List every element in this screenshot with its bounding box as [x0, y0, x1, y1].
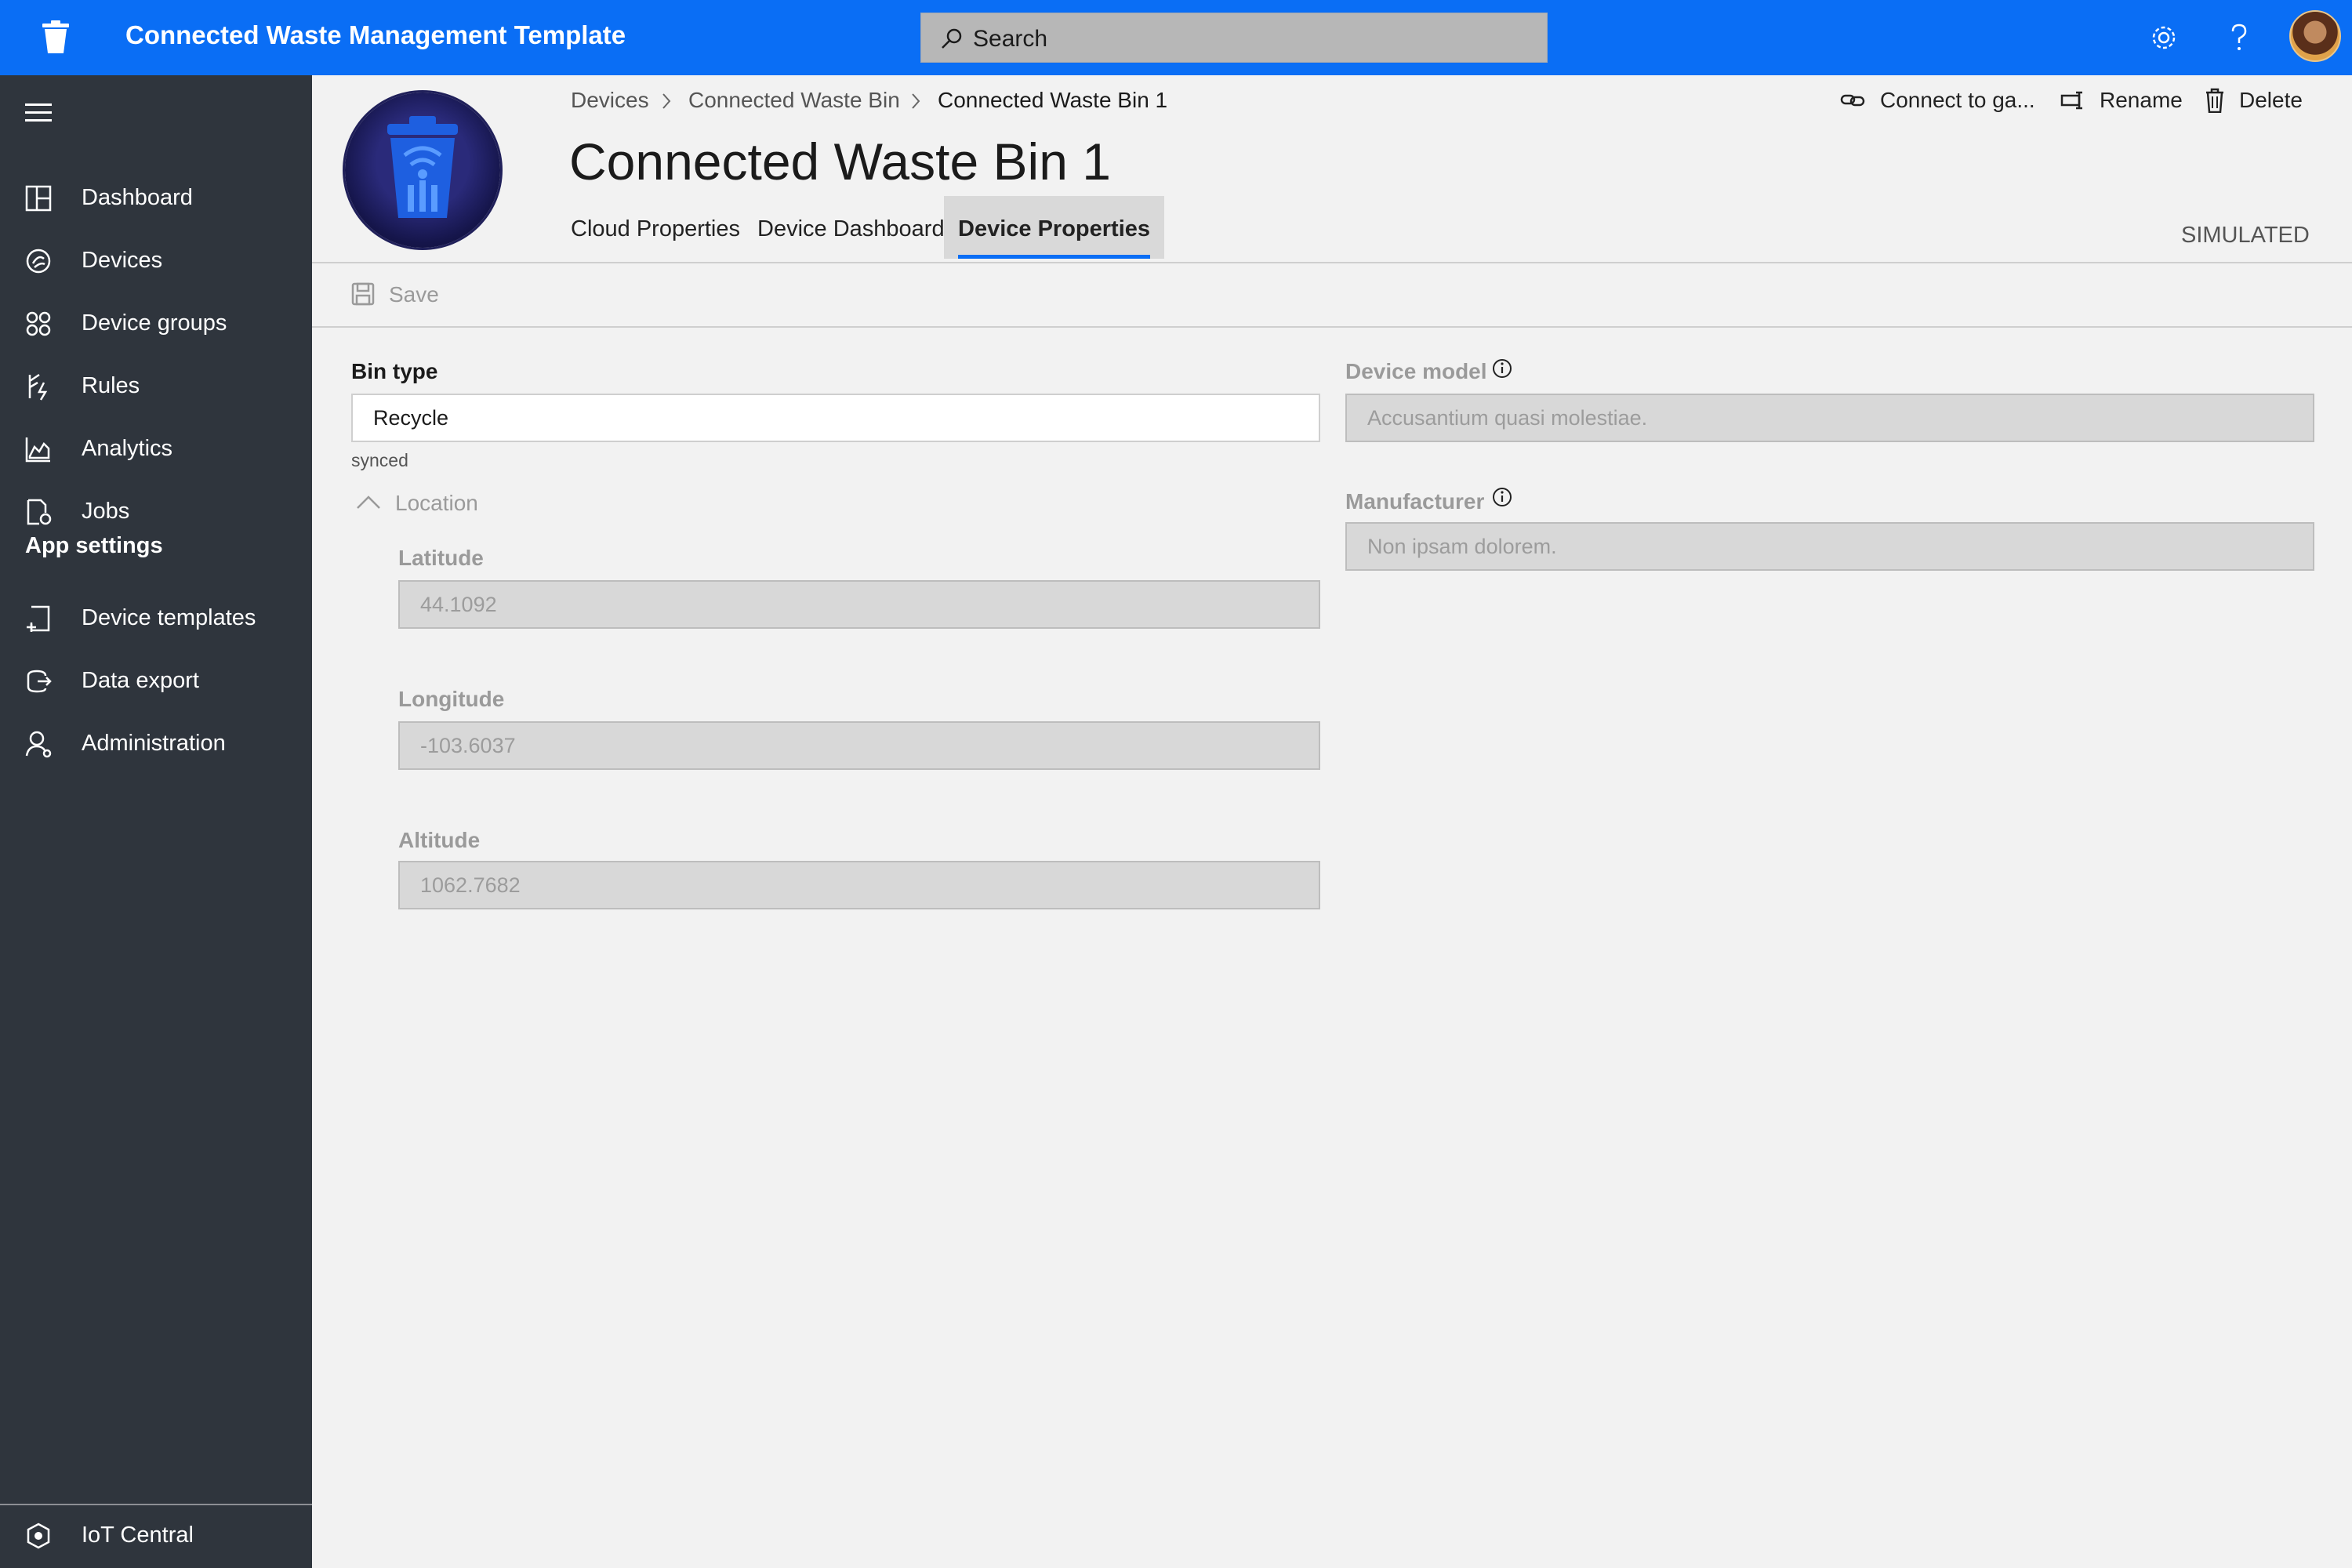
app-title[interactable]: Connected Waste Management Template [125, 20, 626, 50]
breadcrumb-current: Connected Waste Bin 1 [938, 88, 1168, 112]
latitude-label: Latitude [398, 546, 484, 570]
device-model-label: Device model [1345, 359, 1487, 383]
search-icon [942, 28, 962, 49]
simulated-badge: SIMULATED [2181, 223, 2310, 248]
tab-device-properties[interactable]: Device Properties [944, 196, 1165, 259]
sidebar-item-label: Administration [82, 731, 226, 756]
rename-icon [2060, 91, 2082, 110]
command-bar [312, 263, 2352, 328]
chevron-up-icon[interactable] [354, 492, 383, 513]
jobs-icon [27, 499, 52, 525]
iot-central-label: IoT Central [82, 1523, 194, 1548]
breadcrumb-template[interactable]: Connected Waste Bin [688, 88, 900, 113]
tab-cloud-properties[interactable]: Cloud Properties [571, 196, 740, 259]
active-tab-indicator [958, 255, 1151, 259]
sidebar-item-devices[interactable]: Devices [0, 234, 312, 289]
hamburger-menu-icon[interactable] [25, 103, 52, 122]
bin-type-sync-status: synced [351, 450, 408, 470]
device-templates-icon [27, 605, 50, 632]
sidebar-item-data-export[interactable]: Data export [0, 654, 312, 709]
sidebar-item-device-templates[interactable]: Device templates [0, 591, 312, 646]
trash-bin-wifi-icon [387, 116, 458, 218]
search-input[interactable]: Search [920, 13, 1548, 63]
altitude-label: Altitude [398, 828, 481, 852]
sidebar-item-label: Analytics [82, 436, 173, 461]
info-icon[interactable] [1491, 486, 1513, 508]
iot-central-link[interactable]: IoT Central [0, 1508, 312, 1563]
search-placeholder: Search [973, 26, 1048, 52]
sidebar-item-label: Rules [82, 373, 140, 398]
sidebar-item-dashboard[interactable]: Dashboard [0, 171, 312, 226]
connect-to-gateway-button[interactable]: Connect to ga... [1880, 88, 2035, 113]
trash-bin-logo-icon[interactable] [38, 19, 74, 55]
info-icon[interactable] [1491, 358, 1513, 379]
trash-icon [2206, 88, 2223, 113]
sidebar-item-analytics[interactable]: Analytics [0, 422, 312, 477]
tab-device-dashboard[interactable]: Device Dashboard [757, 196, 945, 259]
gear-icon[interactable] [2145, 19, 2183, 56]
analytics-icon [25, 437, 50, 463]
sidebar-item-label: Jobs [82, 499, 130, 524]
link-icon [1840, 94, 1865, 107]
sidebar-item-jobs[interactable]: Jobs [0, 485, 312, 539]
device-image [345, 93, 500, 248]
location-group-toggle[interactable]: Location [395, 491, 478, 516]
breadcrumb-devices[interactable]: Devices [571, 88, 649, 113]
data-export-icon [27, 670, 52, 693]
manufacturer-label: Manufacturer [1345, 489, 1485, 514]
sidebar-item-label: Device templates [82, 605, 256, 630]
dashboard-icon [25, 185, 52, 212]
rename-button[interactable]: Rename [2100, 88, 2183, 113]
sidebar-item-rules[interactable]: Rules [0, 359, 312, 414]
altitude-field: 1062.7682 [398, 861, 1320, 909]
longitude-field: -103.6037 [398, 721, 1320, 770]
bin-type-label: Bin type [351, 359, 438, 383]
save-button[interactable]: Save [389, 282, 439, 307]
delete-button[interactable]: Delete [2239, 88, 2303, 113]
sidebar-item-device-groups[interactable]: Device groups [0, 296, 312, 351]
sidebar-footer: IoT Central [0, 1504, 312, 1568]
longitude-label: Longitude [398, 687, 505, 711]
sidebar-item-label: Device groups [82, 310, 227, 336]
device-model-field: Accusantium quasi molestiae. [1345, 394, 2314, 442]
bin-type-input[interactable]: Recycle [351, 394, 1320, 442]
sidebar-item-label: Dashboard [82, 185, 193, 210]
help-icon[interactable] [2220, 19, 2258, 56]
sidebar-item-administration[interactable]: Administration [0, 717, 312, 771]
manufacturer-field: Non ipsam dolorem. [1345, 522, 2314, 571]
top-bar: Connected Waste Management Template Sear… [0, 0, 2352, 75]
iot-central-icon [27, 1523, 50, 1549]
chevron-right-icon [912, 93, 920, 109]
page-title: Connected Waste Bin 1 [569, 132, 1111, 191]
app-settings-heading: App settings [25, 533, 163, 558]
administration-icon [25, 731, 52, 758]
device-groups-icon [26, 311, 51, 336]
sidebar-item-label: Data export [82, 668, 199, 693]
sidebar: Dashboard Devices Device groups Rules An… [0, 75, 312, 1568]
tab-label: Device Properties [958, 216, 1151, 241]
user-avatar[interactable] [2289, 10, 2341, 62]
sidebar-item-label: Devices [82, 248, 163, 273]
latitude-field: 44.1092 [398, 580, 1320, 629]
chevron-right-icon [662, 93, 671, 109]
rules-icon [28, 373, 48, 401]
devices-icon [26, 249, 51, 274]
save-icon [351, 282, 375, 306]
